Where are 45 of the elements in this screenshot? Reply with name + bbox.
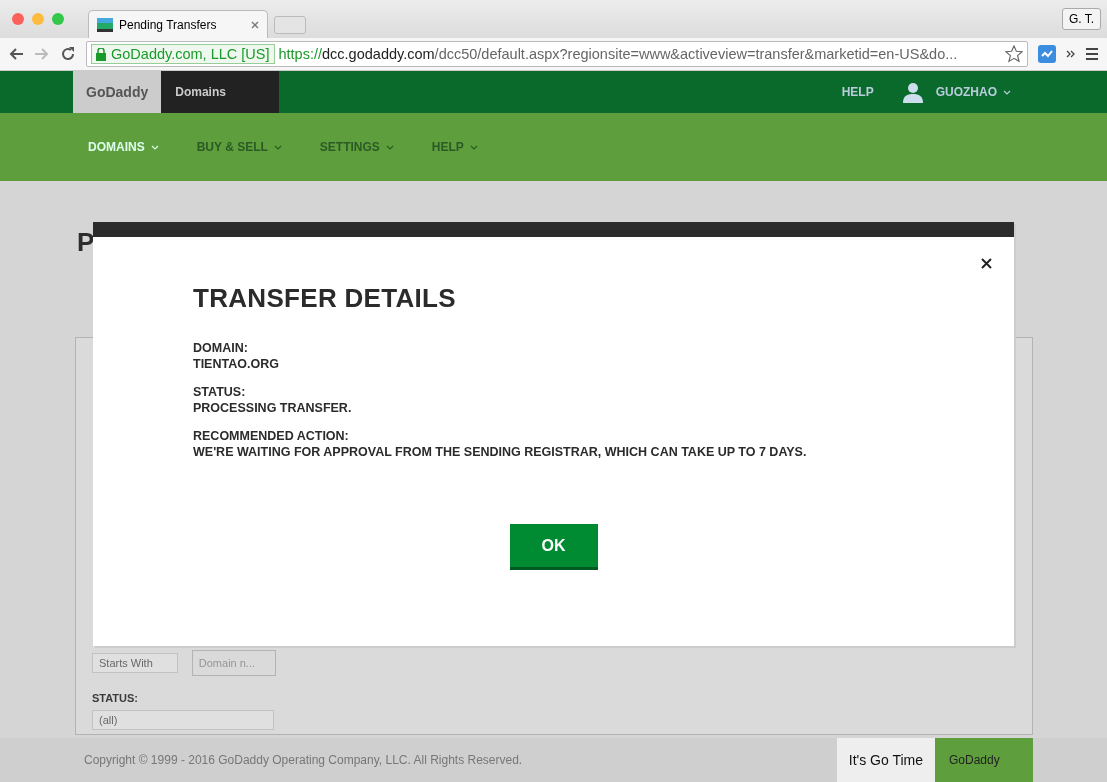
reload-icon[interactable] [60, 46, 76, 62]
nav-tab[interactable]: SETTINGS [319, 140, 394, 154]
close-icon[interactable] [981, 258, 992, 269]
chevron-down-icon [1003, 89, 1011, 95]
ok-button[interactable]: OK [509, 524, 598, 570]
chevron-down-icon [469, 144, 478, 150]
user-menu[interactable]: GUOZHAO [935, 85, 997, 99]
tab-title: Pending Transfers [119, 17, 218, 32]
browser-tab[interactable]: Pending Transfers [88, 10, 268, 38]
back-icon[interactable] [8, 47, 24, 61]
lock-icon [96, 47, 106, 61]
security-label: GoDaddy.com, LLC [US] [111, 46, 270, 62]
field-value: TIENTAO.ORG [193, 356, 280, 372]
chevron-down-icon [273, 144, 282, 150]
field-value: PROCESSING TRANSFER. [193, 400, 353, 416]
field-label: DOMAIN: [193, 340, 249, 356]
chevron-down-icon [385, 144, 394, 150]
chevron-down-icon [150, 144, 159, 150]
nav-tab[interactable]: DOMAINS [88, 140, 159, 154]
field-label: STATUS: [193, 384, 247, 400]
tagline: It's Go Time [836, 738, 935, 782]
user-icon [901, 81, 924, 103]
landscape-icon [97, 17, 113, 32]
star-icon[interactable] [1005, 45, 1023, 63]
match-select[interactable]: Starts With [92, 653, 178, 673]
page-title: P [77, 227, 95, 257]
address-bar[interactable]: GoDaddy.com, LLC [US] https://dcc.godaddy.com/dcc50/default.aspx?regionsite=www&activeview=transfer&marketid=en-US&do... [86, 41, 1028, 67]
field-value: WE'RE WAITING FOR APPROVAL FROM THE SENDING REGISTRAR, WHICH CAN TAKE UP TO 7 DAYS. [193, 444, 808, 460]
url-text: https://dcc.godaddy.com/dcc50/default.aspx?regionsite=www&activeview=transfer&marketid=en-US&do... [278, 46, 959, 62]
dialog-title: TRANSFER DETAILS [193, 283, 457, 314]
extension-icon[interactable] [1038, 45, 1056, 63]
nav-tab[interactable]: HELP [431, 140, 478, 154]
nav-tab[interactable]: BUY & SELL [196, 140, 282, 154]
profile-button[interactable]: G. T. [1061, 8, 1101, 30]
status-label: STATUS: [92, 692, 140, 704]
godaddy-logo[interactable]: GoDaddy [73, 71, 162, 113]
menu-icon[interactable] [1085, 47, 1099, 61]
godaddy-logo[interactable]: GoDaddy [935, 738, 1033, 782]
overflow-icon[interactable] [1066, 50, 1075, 58]
field-label: RECOMMENDED ACTION: [193, 428, 350, 444]
copyright-text: Copyright © 1999 - 2016 GoDaddy Operating Company, LLC. All Rights Reserved. [84, 753, 523, 767]
close-window-button[interactable] [12, 13, 24, 25]
product-menu[interactable]: Domains [161, 71, 280, 113]
help-link[interactable]: HELP [841, 85, 874, 99]
status-select[interactable]: (all) [92, 710, 274, 730]
